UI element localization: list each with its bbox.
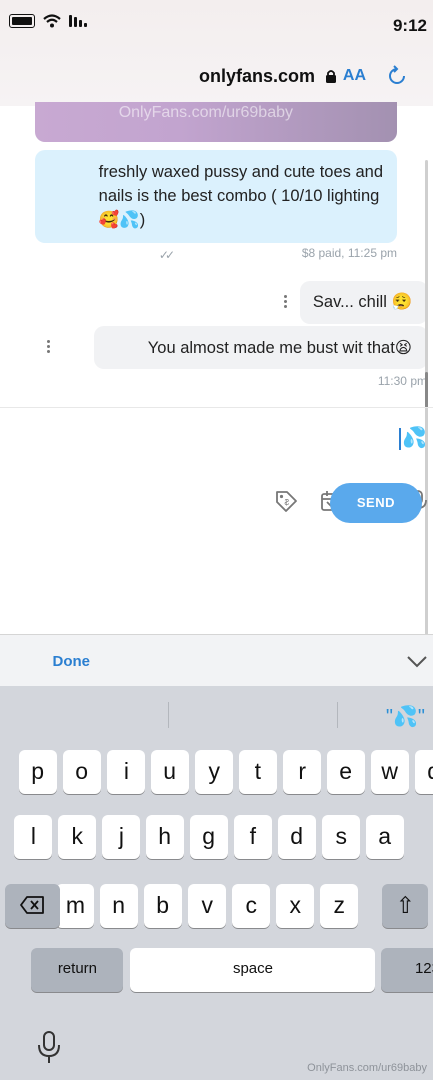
chevron-down-icon[interactable] xyxy=(405,651,429,671)
space-key[interactable]: space xyxy=(130,948,375,992)
keyboard: "💦" q w e r t y u i o p a s d f g h j k l z x c v b n m 123 spa… xyxy=(0,686,433,1080)
key-y[interactable]: y xyxy=(195,750,233,794)
key-label: i xyxy=(123,758,129,784)
key-label: n xyxy=(112,892,126,918)
keyboard-accessory-bar: Done xyxy=(0,634,433,687)
outgoing-message-bubble[interactable]: You almost made me bust wit that😫 xyxy=(94,326,428,369)
price-tag-icon[interactable]: $ xyxy=(273,488,299,514)
key-label: v xyxy=(201,892,213,918)
key-l[interactable]: l xyxy=(14,815,52,859)
key-label: s xyxy=(335,823,347,849)
key-label: k xyxy=(71,823,83,849)
key-a[interactable]: a xyxy=(366,815,404,859)
lock-icon xyxy=(326,70,336,83)
outgoing-message-bubble[interactable]: Sav... chill 😮‍💨 xyxy=(300,281,428,324)
send-button[interactable]: SEND xyxy=(330,483,422,523)
key-p[interactable]: p xyxy=(19,750,57,794)
numbers-key[interactable]: 123 xyxy=(381,948,433,992)
screen: 9:12 onlyfans.com AA OnlyFans.com/ur69ba… xyxy=(0,0,433,1080)
url-bar[interactable]: onlyfans.com AA xyxy=(0,60,433,94)
key-label: e xyxy=(339,758,353,784)
key-label: a xyxy=(378,823,392,849)
incoming-message-meta: $8 paid, 11:25 pm xyxy=(301,246,397,260)
svg-text:$: $ xyxy=(284,498,289,507)
key-w[interactable]: w xyxy=(371,750,409,794)
browser-top-bar: 9:12 onlyfans.com AA xyxy=(0,0,433,106)
footer-watermark: OnlyFans.com/ur69baby xyxy=(307,1062,427,1074)
key-u[interactable]: u xyxy=(151,750,189,794)
outgoing-message-meta: 11:30 pm xyxy=(377,374,427,388)
key-label: j xyxy=(118,823,124,849)
read-checks-icon: ✓✓ xyxy=(158,248,171,262)
key-h[interactable]: h xyxy=(146,815,184,859)
message-input[interactable]: 💦 xyxy=(399,425,427,450)
key-label: o xyxy=(75,758,89,784)
key-label: u xyxy=(163,758,177,784)
key-b[interactable]: b xyxy=(144,884,182,928)
battery-icon xyxy=(9,14,35,28)
key-r[interactable]: r xyxy=(283,750,321,794)
key-v[interactable]: v xyxy=(188,884,226,928)
scrollbar-thumb[interactable] xyxy=(425,372,428,408)
message-options-icon[interactable] xyxy=(283,293,287,311)
url-text[interactable]: onlyfans.com xyxy=(199,66,315,87)
key-m[interactable]: m xyxy=(56,884,94,928)
predictive-bar: "💦" xyxy=(0,686,433,741)
image-watermark: OnlyFans.com/ur69baby xyxy=(118,104,293,121)
return-key[interactable]: return xyxy=(31,948,123,992)
backspace-key[interactable] xyxy=(5,884,60,928)
status-time: 9:12 xyxy=(392,16,427,35)
key-f[interactable]: f xyxy=(234,815,272,859)
suggestion-divider xyxy=(168,702,169,728)
wifi-icon xyxy=(43,14,61,28)
key-label: f xyxy=(249,823,257,849)
key-q[interactable]: q xyxy=(415,750,433,794)
key-label: p xyxy=(31,758,45,784)
key-label: d xyxy=(290,823,304,849)
key-d[interactable]: d xyxy=(278,815,316,859)
text-size-button[interactable]: AA xyxy=(343,67,366,85)
key-j[interactable]: j xyxy=(102,815,140,859)
outgoing-message-text: Sav... chill 😮‍💨 xyxy=(312,293,412,311)
key-g[interactable]: g xyxy=(190,815,228,859)
key-label: w xyxy=(381,758,399,784)
status-icons xyxy=(9,14,87,28)
backspace-icon xyxy=(20,896,45,914)
outgoing-message-text: You almost made me bust wit that😫 xyxy=(147,339,412,357)
done-button[interactable]: Done xyxy=(53,653,91,670)
key-t[interactable]: t xyxy=(239,750,277,794)
key-label: m xyxy=(65,892,85,918)
key-label: q xyxy=(428,750,433,792)
key-label: b xyxy=(156,892,170,918)
signal-icon xyxy=(69,15,87,27)
message-options-icon[interactable] xyxy=(46,338,50,356)
suggestion-item[interactable]: "💦" xyxy=(386,704,425,729)
composer-divider xyxy=(0,407,433,408)
key-label: c xyxy=(245,892,257,918)
key-label: r xyxy=(298,758,306,784)
key-e[interactable]: e xyxy=(327,750,365,794)
key-label: t xyxy=(254,758,262,784)
key-label: h xyxy=(158,823,172,849)
key-o[interactable]: o xyxy=(63,750,101,794)
key-k[interactable]: k xyxy=(58,815,96,859)
incoming-message-text: freshly waxed pussy and cute toes and na… xyxy=(98,163,383,229)
shift-key[interactable]: ⇧ xyxy=(382,884,428,928)
reload-icon[interactable] xyxy=(385,64,409,88)
key-label: z xyxy=(333,892,345,918)
suggestion-divider xyxy=(337,702,338,728)
chat-thread: OnlyFans.com/ur69baby freshly waxed puss… xyxy=(0,102,433,406)
dictation-icon[interactable] xyxy=(35,1030,63,1071)
key-n[interactable]: n xyxy=(100,884,138,928)
key-label: g xyxy=(202,823,216,849)
key-x[interactable]: x xyxy=(276,884,314,928)
key-z[interactable]: z xyxy=(320,884,358,928)
key-i[interactable]: i xyxy=(107,750,145,794)
incoming-message-bubble[interactable]: freshly waxed pussy and cute toes and na… xyxy=(35,150,397,243)
key-label: y xyxy=(208,758,220,784)
key-label: l xyxy=(30,823,36,849)
key-s[interactable]: s xyxy=(322,815,360,859)
key-c[interactable]: c xyxy=(232,884,270,928)
key-label: x xyxy=(289,892,301,918)
